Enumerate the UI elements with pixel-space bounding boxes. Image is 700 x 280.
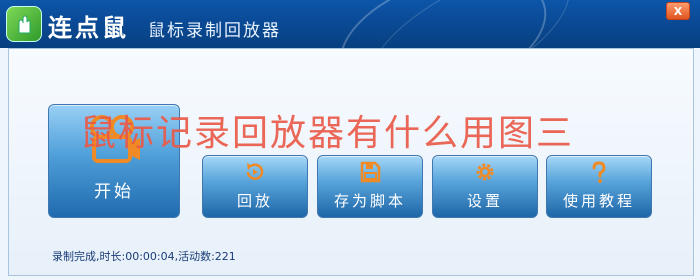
app-subtitle: 鼠标录制回放器 bbox=[148, 21, 281, 41]
replay-button[interactable]: 回放 bbox=[202, 155, 308, 218]
tutorial-button[interactable]: 使用教程 bbox=[546, 155, 652, 218]
replay-button-label: 回放 bbox=[236, 192, 273, 210]
status-text: 录制完成,时长:00:00:04,活动数:221 bbox=[52, 250, 236, 263]
settings-button-label: 设置 bbox=[466, 192, 503, 210]
tutorial-button-label: 使用教程 bbox=[562, 192, 635, 210]
app-name: 连点鼠 bbox=[48, 14, 129, 42]
watermark-text: 鼠标记录回放器有什么用图三 bbox=[80, 113, 575, 154]
title-bar[interactable]: 连点鼠 鼠标录制回放器 X bbox=[0, 0, 700, 48]
settings-button[interactable]: 设置 bbox=[432, 155, 538, 218]
help-icon bbox=[592, 161, 606, 183]
save-script-button-label: 存为脚本 bbox=[333, 192, 406, 210]
app-logo-icon bbox=[6, 6, 42, 42]
save-script-button[interactable]: 存为脚本 bbox=[317, 155, 423, 218]
start-button-label: 开始 bbox=[94, 182, 134, 202]
close-button[interactable]: X bbox=[666, 2, 690, 20]
replay-icon bbox=[246, 163, 264, 180]
save-icon bbox=[360, 161, 381, 183]
gear-icon bbox=[476, 163, 494, 181]
